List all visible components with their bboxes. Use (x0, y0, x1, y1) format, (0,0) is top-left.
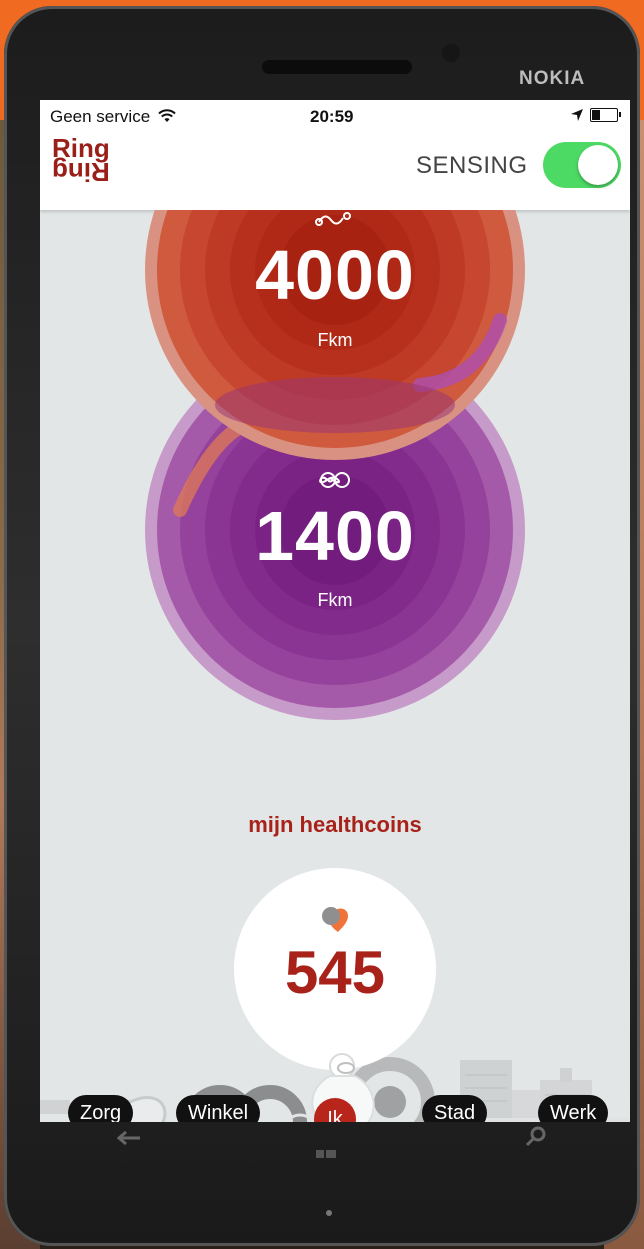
healthcoins-title: mijn healthcoins (248, 812, 422, 837)
tab-werk[interactable]: Werk (538, 1095, 609, 1122)
clock: 20:59 (310, 107, 354, 126)
tab-stad[interactable]: Stad (422, 1095, 488, 1122)
bottom-distance-unit: Fkm (317, 590, 353, 610)
app-header: Ring Ring SENSING (40, 130, 630, 210)
logo-text-bottom: Ring (52, 157, 110, 187)
healthcoins-circle[interactable]: 545 (234, 868, 436, 1070)
device-brand: NOKIA (519, 68, 586, 89)
earpiece-speaker (262, 60, 412, 74)
location-arrow-icon (571, 109, 583, 121)
back-icon[interactable] (116, 1130, 140, 1146)
search-icon[interactable] (525, 1126, 546, 1147)
status-bar: Geen service 20:59 (40, 100, 630, 130)
ringring-logo[interactable]: Ring Ring (52, 135, 110, 187)
soft-keys (116, 1126, 546, 1158)
sensing-label: SENSING (416, 152, 528, 179)
tab-winkel[interactable]: Winkel (176, 1095, 261, 1122)
status-icons (570, 108, 621, 122)
app-screen: Geen service 20:59 Ring Ring SENSING 400… (40, 100, 630, 1122)
home-indicator-dot (326, 1210, 332, 1216)
carrier-label: Geen service (50, 107, 176, 127)
coin-heart-icon (322, 907, 348, 932)
wifi-icon (158, 109, 176, 122)
battery-icon (590, 108, 621, 122)
tab-zorg[interactable]: Zorg (68, 1095, 134, 1122)
toggle-knob (578, 145, 618, 185)
bottom-distance-value: 1400 (255, 497, 415, 575)
top-distance-unit: Fkm (317, 330, 353, 350)
sensing-toggle[interactable] (543, 142, 621, 188)
front-camera (442, 44, 460, 62)
top-distance-value: 4000 (255, 236, 415, 314)
windows-icon[interactable] (316, 1150, 336, 1158)
healthcoins-value: 545 (284, 939, 386, 1006)
carrier-text: Geen service (50, 107, 151, 126)
